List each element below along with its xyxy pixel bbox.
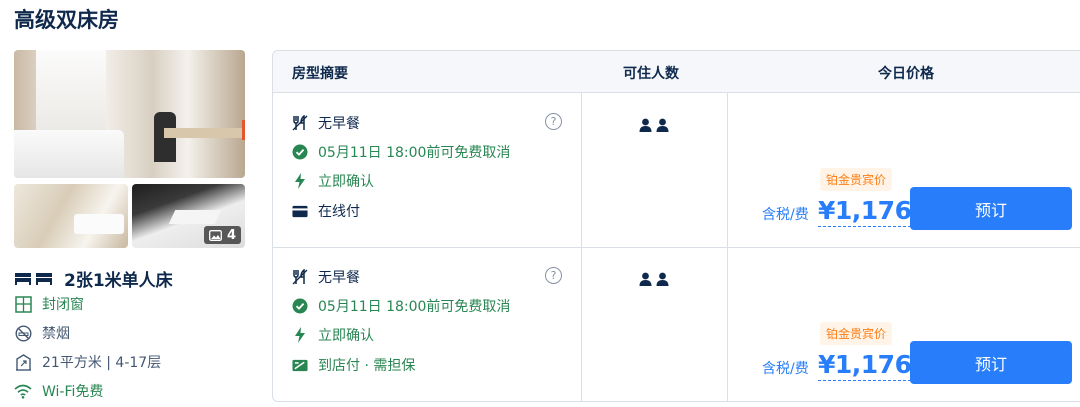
help-icon[interactable]: ? [545,113,562,130]
meal-info: 无早餐 [292,267,360,287]
page-title: 高级双床房 [14,8,119,32]
room-photo-bathroom[interactable] [14,184,128,248]
cancel-label: 05月11日 18:00前可免费取消 [318,145,511,161]
photo-tray [168,210,222,224]
person-icon [656,118,669,132]
amenity-smoking-label: 禁烟 [42,326,70,342]
photo-window [36,50,106,130]
image-icon [209,229,222,241]
confirm-label: 立即确认 [318,174,374,190]
window-icon [14,295,32,313]
amenity-smoking: 禁烟 [14,323,70,343]
bed-icon [14,270,54,288]
instant-confirm: 立即确认 [292,325,374,345]
person-icon [639,118,652,132]
tax-label: 含税/费 [762,361,809,377]
payment-method: 在线付 [292,201,360,221]
cancel-label: 05月11日 18:00前可免费取消 [318,299,511,315]
confirm-label: 立即确认 [318,328,374,344]
area-icon [14,353,32,371]
header-occupancy: 可住人数 [623,66,679,82]
tax-label: 含税/费 [762,207,809,223]
payment-method: 到店付 · 需担保 [292,355,415,375]
check-circle-icon [292,298,308,314]
lightning-icon [292,173,308,189]
room-photo-main[interactable] [14,50,245,178]
cancel-policy[interactable]: 05月11日 18:00前可免费取消 [292,142,510,162]
photo-count: 4 [226,227,236,243]
vip-price-badge: 铂金贵宾价 [820,168,893,191]
bed-info: 2张1米单人床 [14,266,173,291]
header-summary: 房型摘要 [292,66,348,82]
table-header: 房型摘要 可住人数 今日价格 [273,51,1080,93]
card-icon [292,203,308,219]
photo-desk [164,128,245,138]
vip-price-badge: 铂金贵宾价 [820,322,893,345]
offers-table: 房型摘要 可住人数 今日价格 无早餐 ? 05月11日 18:00前可免费取消 … [272,50,1080,402]
utensils-crossed-icon [292,269,308,285]
check-circle-icon [292,144,308,160]
cancel-policy[interactable]: 05月11日 18:00前可免费取消 [292,296,510,316]
instant-confirm: 立即确认 [292,171,374,191]
price-value[interactable]: ¥1,176 [818,350,912,381]
amenity-area-label: 21平方米 | 4-17层 [42,355,162,371]
row-divider [273,247,1080,248]
meal-label: 无早餐 [318,270,360,286]
book-button[interactable]: 预订 [910,341,1072,384]
person-icon [656,272,669,286]
amenity-wifi-label: Wi-Fi免费 [42,384,104,400]
help-icon[interactable]: ? [545,267,562,284]
wifi-icon [14,382,32,400]
person-icon [639,272,652,286]
book-button[interactable]: 预订 [910,187,1072,230]
lightning-icon [292,327,308,343]
photo-lamp [242,120,245,140]
amenity-window: 封闭窗 [14,294,84,314]
no-smoking-icon [14,324,32,342]
photo-bed [14,130,124,178]
occupancy-icons [639,118,669,132]
cash-guarantee-icon [292,357,308,373]
price-value[interactable]: ¥1,176 [818,196,912,227]
amenity-window-label: 封闭窗 [42,297,84,313]
amenity-area: 21平方米 | 4-17层 [14,352,161,372]
payment-label: 在线付 [318,204,360,220]
amenity-wifi: Wi-Fi免费 [14,381,103,401]
bed-label: 2张1米单人床 [64,271,173,291]
payment-label: 到店付 · 需担保 [318,358,416,374]
photo-sink [74,214,124,234]
header-price: 今日价格 [878,66,934,82]
room-photo-desk[interactable]: 4 [132,184,245,248]
occupancy-icons [639,272,669,286]
photo-count-badge[interactable]: 4 [203,226,241,244]
meal-info: 无早餐 [292,113,360,133]
meal-label: 无早餐 [318,116,360,132]
utensils-crossed-icon [292,115,308,131]
